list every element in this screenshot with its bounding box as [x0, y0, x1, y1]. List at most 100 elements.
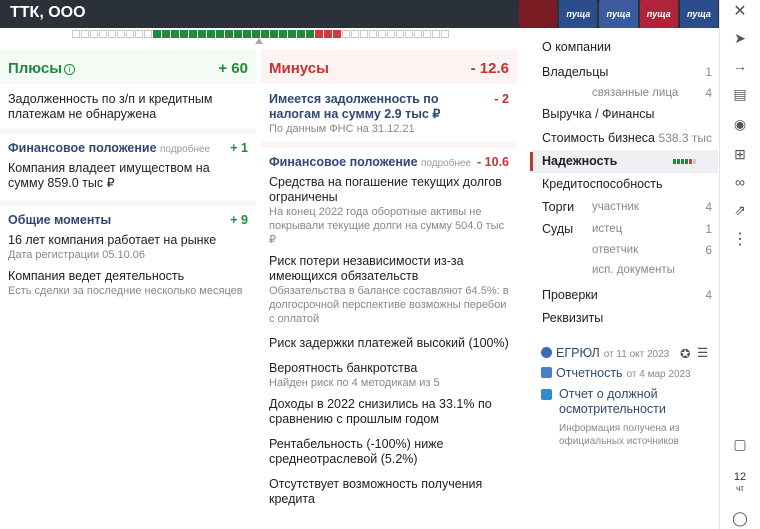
rating-scale-cell — [315, 30, 323, 38]
cons-tax-sub: По данным ФНС на 31.12.21 — [269, 123, 415, 135]
clock-day: чт — [736, 484, 744, 493]
nav-item-reliability[interactable]: Надежность — [530, 150, 718, 173]
nav-item-owners[interactable]: Владельцы 1 — [530, 61, 718, 84]
pros-general-item-text: 16 лет компания работает на рынке — [8, 233, 217, 247]
pros-general-item-sub: Есть сделки за последние несколько месяц… — [8, 285, 243, 297]
nav-item-enforcement[interactable]: исп. документы — [530, 260, 718, 284]
cons-item-text: Рентабельность (-100%) ниже среднеотрасл… — [269, 437, 444, 466]
nav-item-business-value[interactable]: Стоимость бизнеса 538.3 тыс — [530, 127, 718, 150]
nav-item-courts[interactable]: Суды истец 1 — [530, 219, 718, 240]
cons-total: - 12.6 — [470, 60, 509, 77]
list-item: Риск задержки платежей высокий (100%) — [269, 336, 509, 351]
egrul-label: ЕГРЮЛ — [556, 346, 600, 360]
nav-label: Кредитоспособность — [542, 177, 663, 191]
rating-scale-cell — [189, 30, 197, 38]
rating-scale-cell — [279, 30, 287, 38]
cons-header: Минусы - 12.6 — [269, 60, 509, 77]
rating-scale-cell — [423, 30, 431, 38]
banner-image: пуща пуща пуща пуща — [518, 0, 719, 28]
cons-item-sub: Найден риск по 4 методикам из 5 — [269, 377, 440, 389]
egrul-link[interactable]: ЕГРЮЛ от 11 окт 2023 — [541, 346, 669, 360]
sticky-note-icon[interactable]: ▢ — [730, 434, 750, 454]
pros-fin-section: Финансовое положение подробнее + 1 Компа… — [0, 134, 256, 200]
open-external-icon[interactable]: ⇗ — [730, 200, 750, 220]
arrow-right-icon[interactable]: → — [730, 56, 750, 76]
preview-icon[interactable]: ◉ — [730, 114, 750, 134]
cons-fin-header: Финансовое положение подробнее - 10.6 — [269, 155, 509, 169]
pros-general-section: Общие моменты + 9 16 лет компания работа… — [0, 206, 256, 330]
cons-item-text: Вероятность банкротства — [269, 361, 418, 375]
clock: 12 чт — [730, 472, 750, 494]
pros-fin-title: Финансовое положение — [8, 141, 157, 155]
cons-tax-row: Имеется задолженность по налогам на сумм… — [269, 92, 509, 122]
nav-item-revenue[interactable]: Выручка / Финансы — [530, 102, 718, 127]
nav-count: 538.3 тыс — [658, 131, 712, 145]
rating-scale-cell — [261, 30, 269, 38]
cons-item-sub: На конец 2022 года оборотные активы не п… — [269, 206, 505, 246]
rating-scale-cell — [72, 30, 80, 38]
report-link[interactable]: Отчетность от 4 мар 2023 — [541, 366, 691, 380]
list-item: Компания ведет деятельность Есть сделки … — [8, 269, 248, 298]
close-icon[interactable]: ✕ — [730, 2, 750, 22]
rating-scale-cell — [171, 30, 179, 38]
report-date: от 4 мар 2023 — [626, 369, 691, 380]
rating-scale-cell — [81, 30, 89, 38]
rating-scale-cell — [333, 30, 341, 38]
nav-item-related[interactable]: связанные лица 4 — [530, 84, 718, 102]
cons-column: Минусы - 12.6 Имеется задолженность по н… — [261, 50, 517, 529]
list-icon[interactable]: ☰ — [697, 345, 708, 360]
nav-count: 4 — [705, 288, 712, 302]
rating-scale-cell — [351, 30, 359, 38]
diligence-report-link[interactable]: Отчет о должной осмотрительности — [541, 387, 701, 417]
rating-scale-cell — [216, 30, 224, 38]
rating-scale-cell — [126, 30, 134, 38]
nav-item-about[interactable]: О компании — [530, 36, 718, 61]
badge-icon[interactable]: ✪ — [680, 346, 690, 361]
nav-item-tenders[interactable]: Торги участник 4 — [530, 196, 718, 219]
pros-fin-header: Финансовое положение подробнее + 1 — [8, 141, 248, 155]
nav-count: 1 — [705, 222, 712, 236]
pros-fin-text: Компания владеет имуществом на сумму 859… — [8, 161, 210, 190]
rating-scale-cell — [99, 30, 107, 38]
pros-fin-more-link[interactable]: подробнее — [160, 144, 210, 155]
nav-count: 4 — [705, 200, 712, 214]
rating-scale-cell — [342, 30, 350, 38]
rating-scale-cell — [108, 30, 116, 38]
nav-sub-label: исп. документы — [592, 264, 675, 276]
info-icon[interactable]: i — [64, 64, 76, 75]
nav-item-checks[interactable]: Проверки 4 — [530, 284, 718, 307]
cons-item-text: Отсутствует возможность получения кредит… — [269, 477, 483, 506]
nav-item-defendant[interactable]: ответчик 6 — [530, 240, 718, 260]
rating-scale-cell — [396, 30, 404, 38]
more-options-icon[interactable]: ⋮ — [730, 230, 750, 250]
list-item: 16 лет компания работает на рынке Дата р… — [8, 233, 248, 262]
send-icon[interactable]: ➤ — [730, 28, 750, 48]
chat-icon[interactable]: ◯ — [730, 508, 750, 528]
pros-general-value: + 9 — [230, 213, 248, 227]
list-item: Доходы в 2022 снизились на 33.1% по срав… — [269, 397, 509, 427]
print-icon[interactable]: ▤ — [730, 84, 750, 104]
nav-label: Реквизиты — [542, 311, 604, 325]
banner-can-2: пуща — [559, 0, 598, 28]
source-note: Информация получена из официальных источ… — [559, 423, 680, 447]
nav-item-requisites[interactable]: Реквизиты — [530, 307, 718, 330]
cons-tax-text: Имеется задолженность по налогам на сумм… — [269, 92, 441, 121]
nav-sub-label: связанные лица — [592, 87, 679, 99]
rating-scale-cell — [441, 30, 449, 38]
rating-scale-cell — [135, 30, 143, 38]
rating-scale-cell — [369, 30, 377, 38]
nav-item-creditworthiness[interactable]: Кредитоспособность — [530, 173, 718, 196]
pros-general-title: Общие моменты — [8, 213, 112, 227]
egrul-icon — [541, 347, 552, 358]
rating-scale-cell — [180, 30, 188, 38]
add-note-icon[interactable]: ⊞ — [730, 144, 750, 164]
diligence-report-icon — [541, 389, 552, 400]
cons-fin-title: Финансовое положение — [269, 155, 418, 169]
cons-fin-more-link[interactable]: подробнее — [421, 158, 471, 169]
cons-item-text: Средства на погашение текущих долгов огр… — [269, 175, 502, 204]
section-nav: О компании Владельцы 1 связанные лица 4 Вы… — [530, 36, 718, 330]
rating-scale-cell — [198, 30, 206, 38]
nav-label: Владельцы — [542, 65, 609, 79]
link-icon[interactable]: ∞ — [730, 172, 750, 192]
cons-item-text: Риск задержки платежей высокий (100%) — [269, 336, 509, 350]
